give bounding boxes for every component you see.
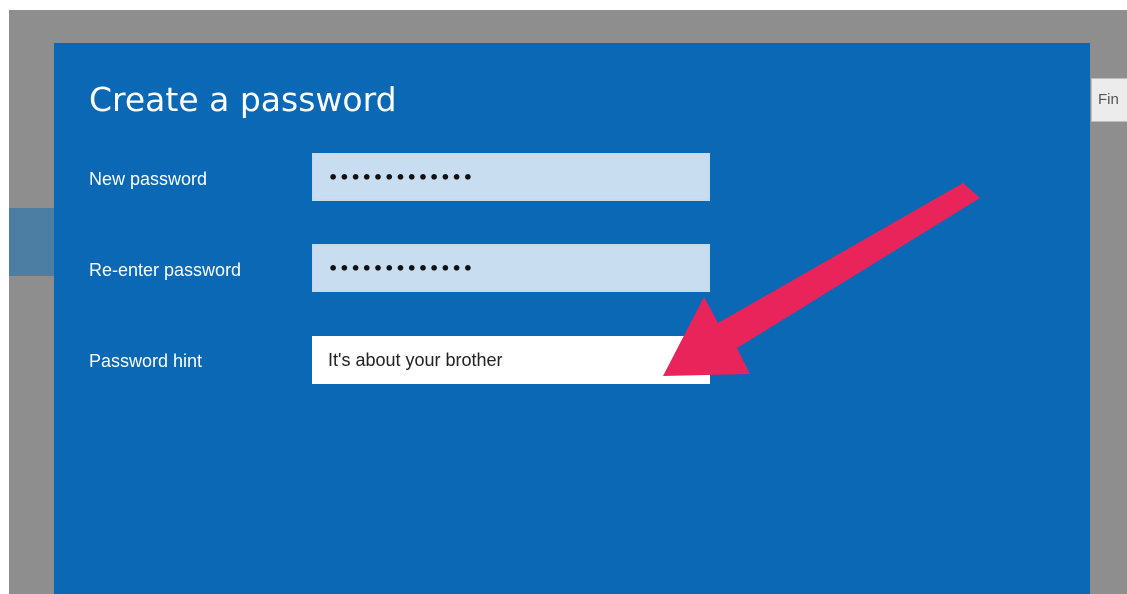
create-password-dialog: Create a password New password Re-enter … <box>54 43 1090 594</box>
new-password-input[interactable] <box>312 153 710 201</box>
reenter-password-input[interactable] <box>312 244 710 292</box>
new-password-label: New password <box>89 169 208 189</box>
find-button[interactable]: Fin <box>1091 78 1127 122</box>
reenter-password-label: Re-enter password <box>89 260 242 280</box>
password-hint-label: Password hint <box>89 351 203 371</box>
screen: Fin Create a password New password Re-en… <box>0 0 1127 594</box>
background-selected-row <box>9 208 55 276</box>
dialog-title: Create a password <box>89 80 397 119</box>
password-hint-input[interactable] <box>312 336 710 384</box>
